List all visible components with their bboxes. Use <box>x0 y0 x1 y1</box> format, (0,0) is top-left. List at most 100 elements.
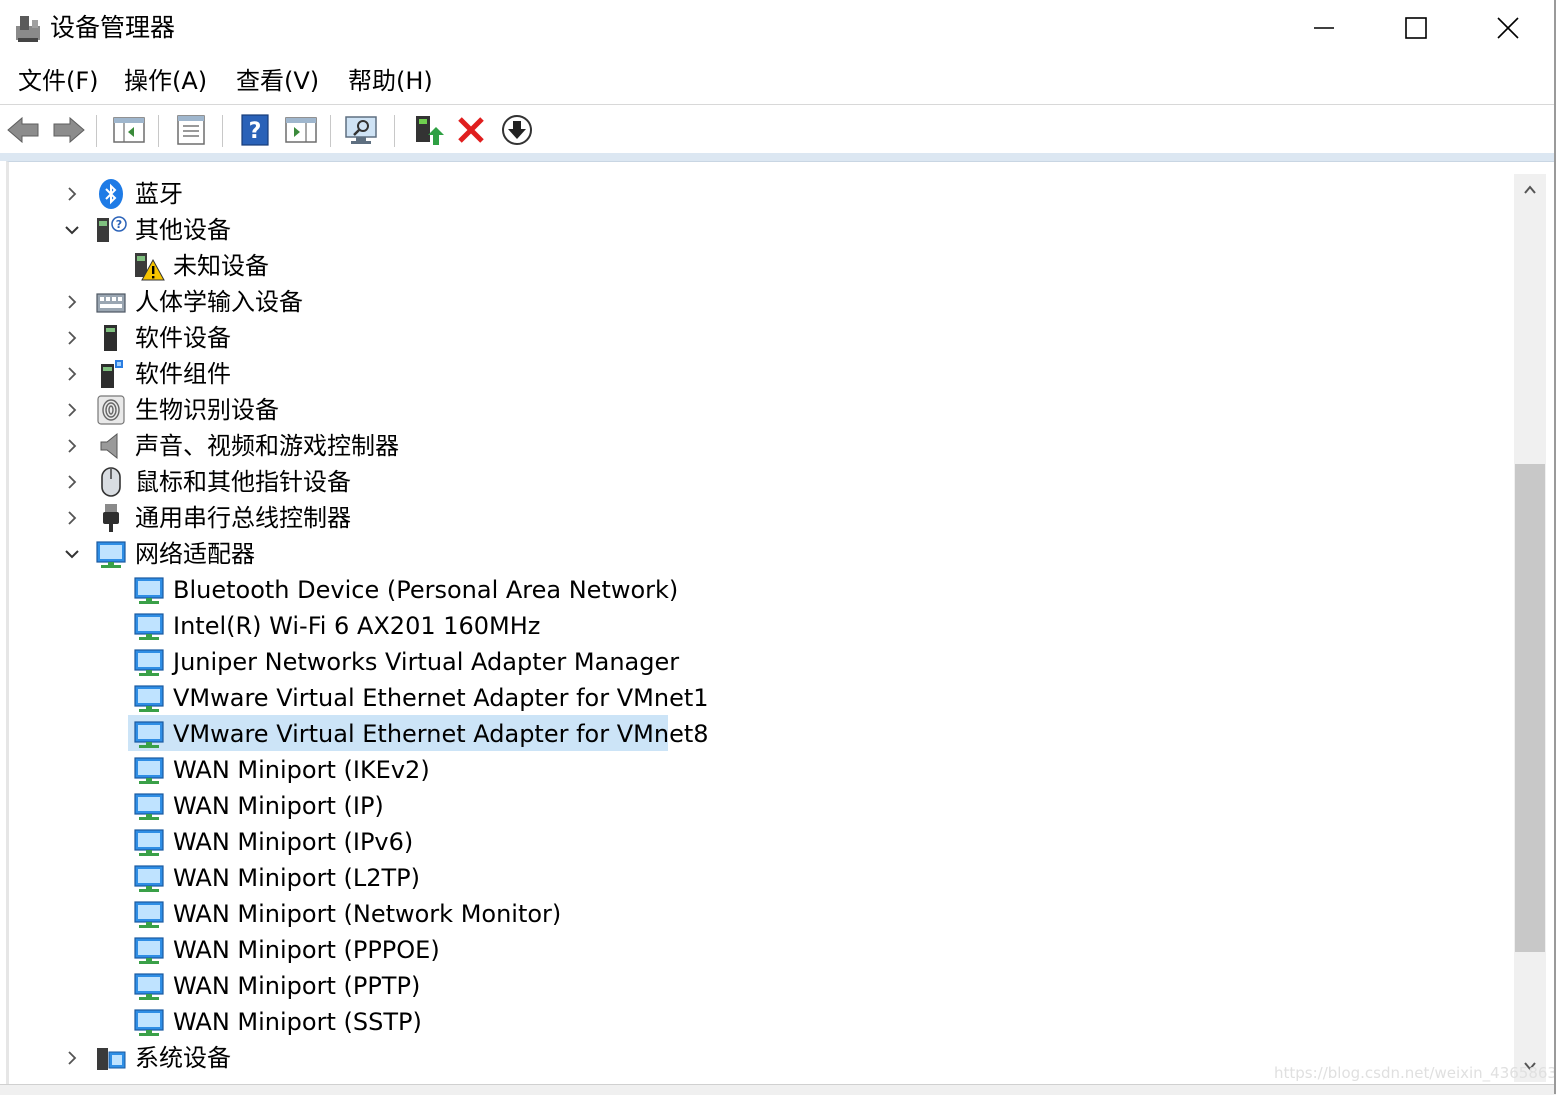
tree-item-label: WAN Miniport (L2TP) <box>173 864 420 892</box>
tree-item-usb[interactable]: 通用串行总线控制器 <box>9 500 1509 536</box>
chevron-right-icon[interactable] <box>63 365 81 383</box>
title-bar: 设备管理器 <box>0 0 1556 56</box>
action-pane-button[interactable] <box>284 113 318 147</box>
tree-item-hid[interactable]: 人体学输入设备 <box>9 284 1509 320</box>
software-component-icon <box>101 360 123 388</box>
tree-item-network-adapter[interactable]: WAN Miniport (L2TP) <box>9 860 1509 896</box>
network-adapter-icon <box>134 1009 164 1036</box>
toolbar: ? <box>0 105 1556 153</box>
tree-item-network-adapters[interactable]: 网络适配器 <box>9 536 1509 572</box>
tree-item-label: WAN Miniport (Network Monitor) <box>173 900 562 928</box>
tree-item-network-adapter[interactable]: WAN Miniport (IPv6) <box>9 824 1509 860</box>
vertical-scrollbar[interactable] <box>1514 174 1546 1082</box>
network-adapter-icon <box>134 901 164 928</box>
tree-item-label: WAN Miniport (SSTP) <box>173 1008 422 1036</box>
menu-help[interactable]: 帮助(H) <box>348 66 433 96</box>
tree-item-label: 生物识别设备 <box>135 396 279 424</box>
toolbar-separator <box>158 115 159 147</box>
tree-item-software-components[interactable]: 软件组件 <box>9 356 1509 392</box>
scrollbar-thumb[interactable] <box>1515 464 1545 952</box>
tree-item-unknown-device[interactable]: 未知设备 <box>9 248 1509 284</box>
update-driver-button[interactable] <box>410 113 444 147</box>
disable-device-button[interactable] <box>500 113 534 147</box>
speaker-icon <box>100 432 118 460</box>
tree-item-label: 鼠标和其他指针设备 <box>135 468 351 496</box>
chevron-right-icon[interactable] <box>63 401 81 419</box>
tree-item-label: Juniper Networks Virtual Adapter Manager <box>173 648 680 676</box>
tree-item-network-adapter[interactable]: WAN Miniport (IP) <box>9 788 1509 824</box>
chevron-right-icon[interactable] <box>63 437 81 455</box>
chevron-right-icon[interactable] <box>63 509 81 527</box>
tree-item-biometric[interactable]: 生物识别设备 <box>9 392 1509 428</box>
network-adapter-icon <box>134 829 164 856</box>
properties-button[interactable] <box>174 113 208 147</box>
scroll-up-arrow-icon[interactable] <box>1522 182 1538 198</box>
bluetooth-icon <box>99 179 123 209</box>
toolbar-separator <box>222 115 223 147</box>
chevron-down-icon[interactable] <box>63 545 81 563</box>
help-button[interactable]: ? <box>238 113 272 147</box>
chevron-right-icon[interactable] <box>63 329 81 347</box>
tree-item-label: VMware Virtual Ethernet Adapter for VMne… <box>173 684 709 712</box>
network-adapter-icon <box>96 541 126 568</box>
tree-item-network-adapter-selected[interactable]: VMware Virtual Ethernet Adapter for VMne… <box>9 716 1509 752</box>
tree-item-network-adapter[interactable]: Intel(R) Wi-Fi 6 AX201 160MHz <box>9 608 1509 644</box>
tree-item-mice[interactable]: 鼠标和其他指针设备 <box>9 464 1509 500</box>
tree-item-network-adapter[interactable]: WAN Miniport (PPTP) <box>9 968 1509 1004</box>
toolbar-separator <box>96 115 97 147</box>
tree-item-label: 网络适配器 <box>135 540 255 568</box>
tree-item-network-adapter[interactable]: Juniper Networks Virtual Adapter Manager <box>9 644 1509 680</box>
back-button[interactable] <box>6 113 40 147</box>
tree-item-label: 其他设备 <box>135 216 231 244</box>
mouse-icon <box>101 467 121 497</box>
chevron-right-icon[interactable] <box>63 473 81 491</box>
tree-item-label: VMware Virtual Ethernet Adapter for VMne… <box>173 720 709 748</box>
system-devices-icon <box>97 1048 126 1070</box>
tree-item-network-adapter[interactable]: WAN Miniport (SSTP) <box>9 1004 1509 1040</box>
uninstall-device-button[interactable] <box>454 113 488 147</box>
chevron-down-icon[interactable] <box>63 221 81 239</box>
close-button[interactable] <box>1462 0 1554 56</box>
tree-item-network-adapter[interactable]: VMware Virtual Ethernet Adapter for VMne… <box>9 680 1509 716</box>
menu-action[interactable]: 操作(A) <box>124 66 207 96</box>
show-hide-console-tree-button[interactable] <box>112 113 146 147</box>
scan-hardware-changes-button[interactable] <box>344 113 378 147</box>
tree-item-label: 声音、视频和游戏控制器 <box>135 432 399 460</box>
fingerprint-icon <box>97 395 125 425</box>
chevron-right-icon[interactable] <box>63 1049 81 1067</box>
tree-item-network-adapter[interactable]: WAN Miniport (Network Monitor) <box>9 896 1509 932</box>
tree-item-network-adapter[interactable]: WAN Miniport (PPPOE) <box>9 932 1509 968</box>
forward-button[interactable] <box>52 113 86 147</box>
toolbar-separator <box>330 115 331 147</box>
minimize-icon <box>1314 27 1334 29</box>
tree-item-label: 人体学输入设备 <box>135 288 303 316</box>
menu-view[interactable]: 查看(V) <box>236 66 319 96</box>
svg-text:?: ? <box>116 218 122 231</box>
network-adapter-icon <box>134 937 164 964</box>
tree-item-label: WAN Miniport (PPTP) <box>173 972 421 1000</box>
chevron-right-icon[interactable] <box>63 185 81 203</box>
network-adapter-icon <box>134 613 164 640</box>
tree-item-label: WAN Miniport (IPv6) <box>173 828 414 856</box>
network-adapter-icon <box>134 649 164 676</box>
usb-icon <box>103 504 119 532</box>
software-device-icon <box>104 325 117 351</box>
window-title: 设备管理器 <box>50 13 176 42</box>
tree-item-sound-video-game[interactable]: 声音、视频和游戏控制器 <box>9 428 1509 464</box>
tree-item-bluetooth[interactable]: 蓝牙 <box>9 176 1509 212</box>
tree-item-software-devices[interactable]: 软件设备 <box>9 320 1509 356</box>
other-devices-icon: ? <box>97 216 127 242</box>
tree-item-label: Intel(R) Wi-Fi 6 AX201 160MHz <box>173 612 541 640</box>
menu-file[interactable]: 文件(F) <box>18 66 99 96</box>
chevron-right-icon[interactable] <box>63 293 81 311</box>
tree-item-other-devices[interactable]: ? 其他设备 <box>9 212 1509 248</box>
maximize-button[interactable] <box>1370 0 1462 56</box>
network-adapter-icon <box>134 865 164 892</box>
menu-bar: 文件(F) 操作(A) 查看(V) 帮助(H) <box>0 56 1556 105</box>
network-adapter-icon <box>134 973 164 1000</box>
tree-item-network-adapter[interactable]: WAN Miniport (IKEv2) <box>9 752 1509 788</box>
tree-item-label: 软件组件 <box>135 360 231 388</box>
unknown-device-warning-icon <box>135 253 165 281</box>
tree-item-network-adapter[interactable]: Bluetooth Device (Personal Area Network) <box>9 572 1509 608</box>
minimize-button[interactable] <box>1278 0 1370 56</box>
